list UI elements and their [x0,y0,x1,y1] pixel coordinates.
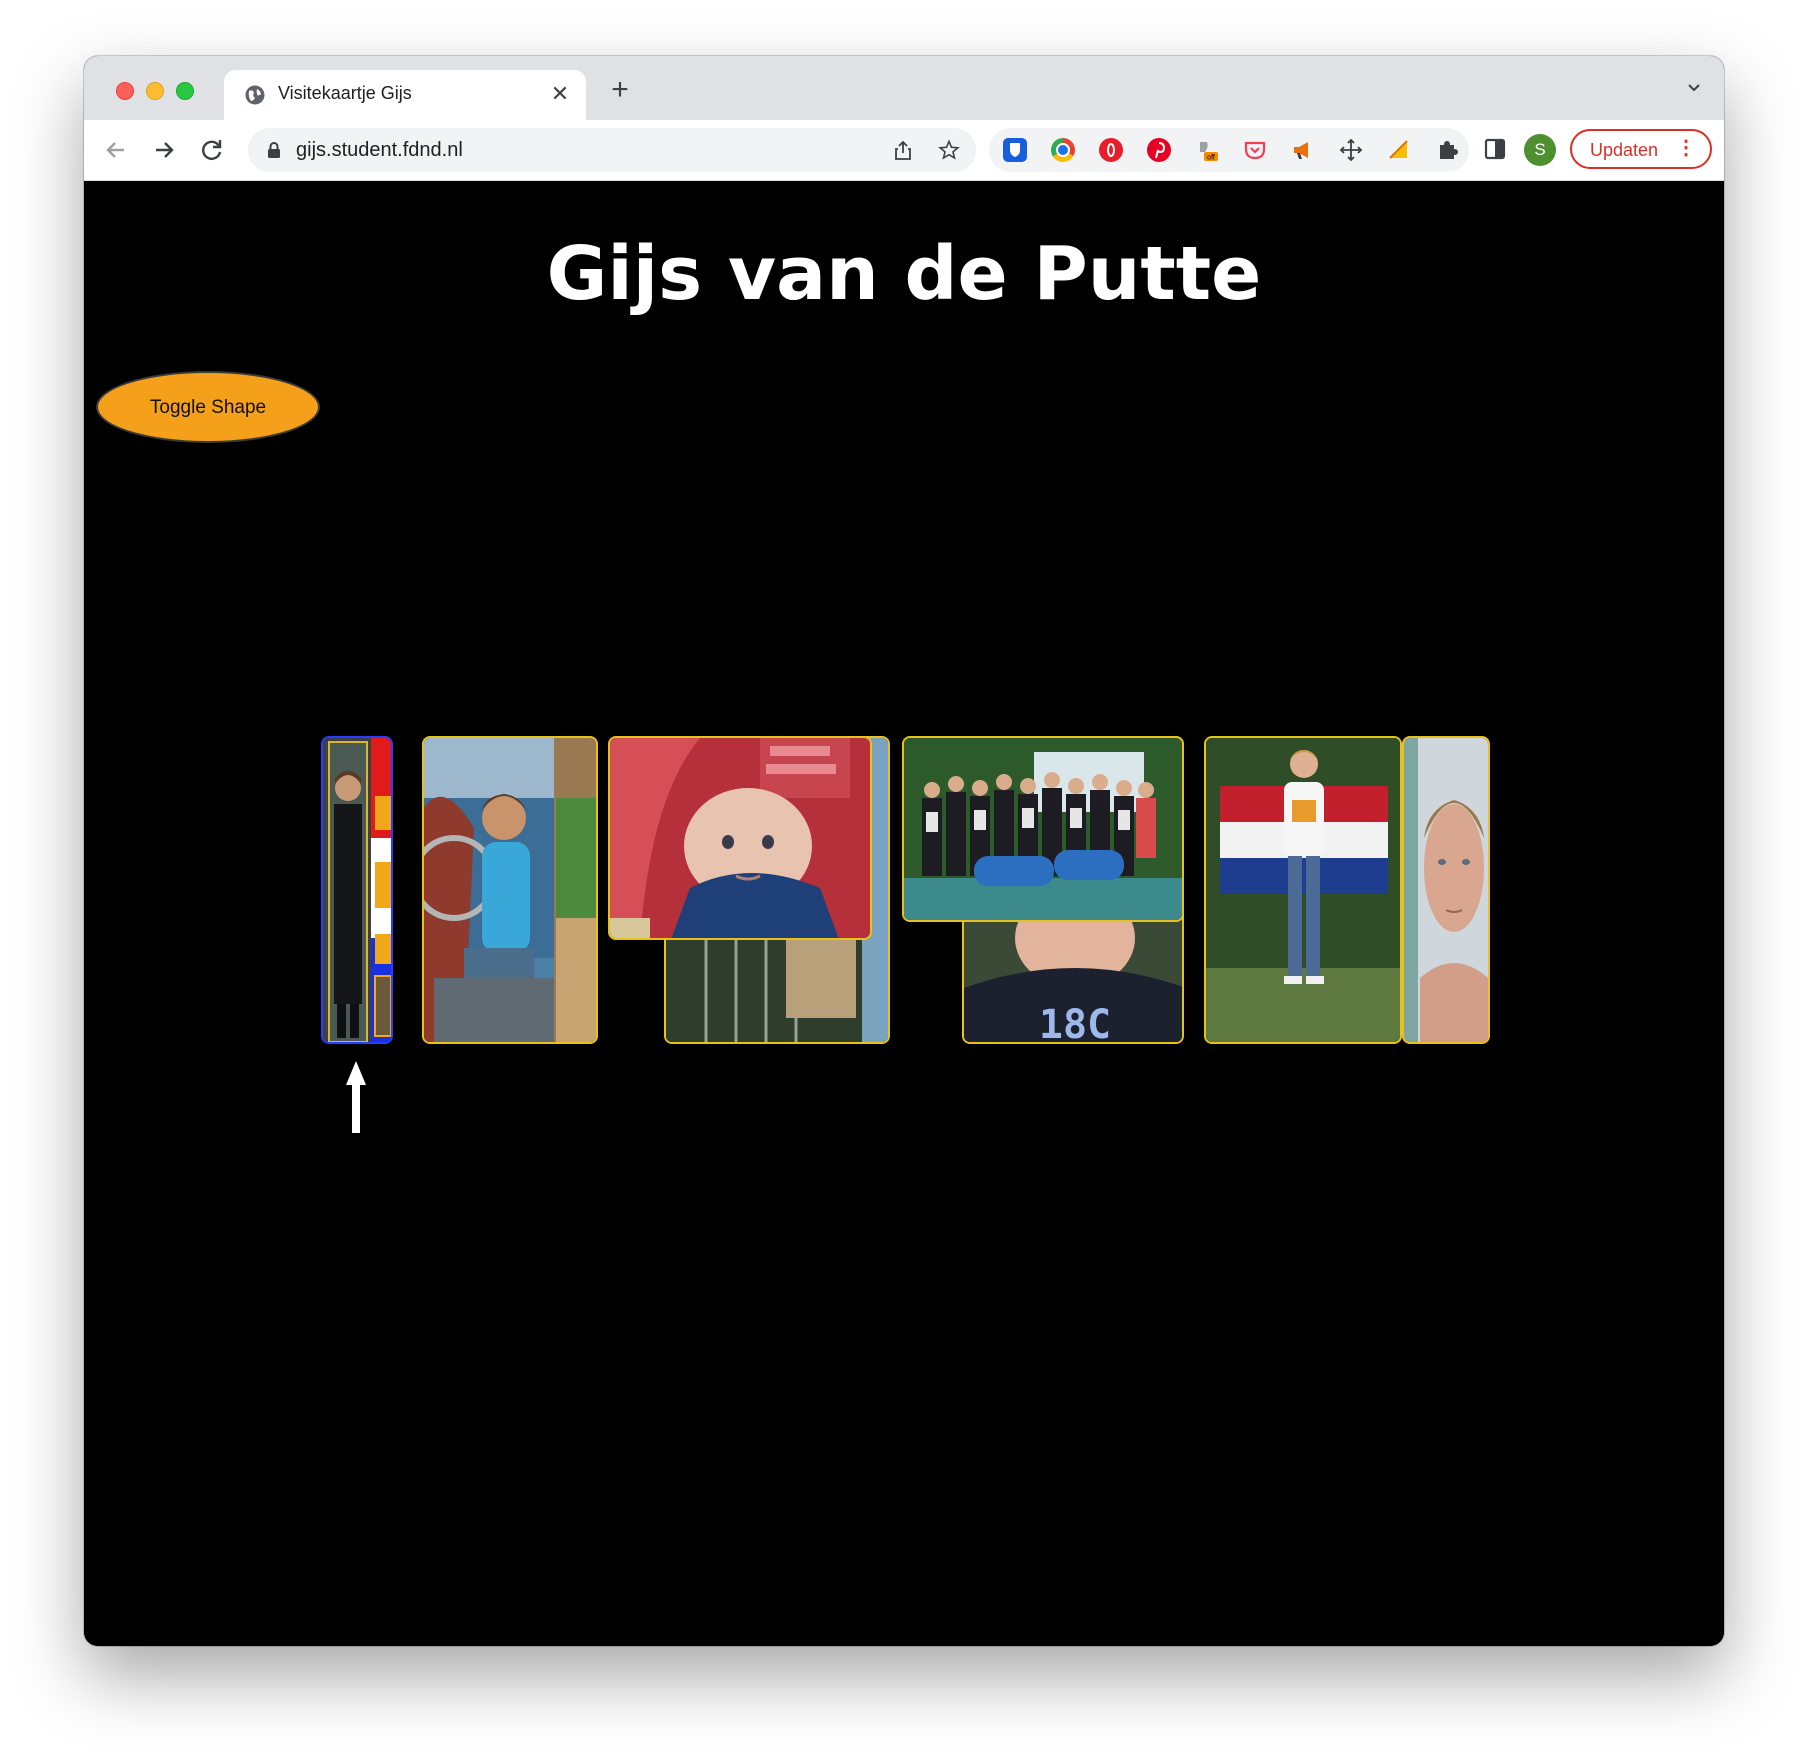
page-title: Gijs van de Putte [546,231,1262,317]
puzzle-icon[interactable] [1435,138,1459,162]
opera-icon[interactable] [1099,138,1123,162]
browser-window: Visitekaartje Gijs ✕ + gijs.student.fdnd… [84,56,1724,1646]
photo-image [323,738,391,1042]
profile-avatar[interactable]: S [1524,134,1556,166]
new-tab-button[interactable]: + [604,74,636,106]
photo-portrait-light[interactable] [1402,736,1490,1044]
share-icon[interactable] [892,139,914,161]
megaphone-icon[interactable] [1291,138,1315,162]
tab-bar: Visitekaartje Gijs ✕ + [84,56,1724,120]
close-window-button[interactable] [116,82,134,100]
browser-toolbar: gijs.student.fdnd.nl off S Updaten ⋮ [84,120,1724,181]
update-label: Updaten [1590,140,1659,160]
photo-portrait-dark[interactable] [321,736,393,1044]
move-icon[interactable] [1339,138,1363,162]
tab-title: Visitekaartje Gijs [278,83,412,103]
photo-image [610,738,870,938]
close-tab-icon[interactable]: ✕ [548,82,572,106]
chevron-down-icon[interactable] [1686,80,1702,96]
reload-icon[interactable] [196,134,228,166]
star-icon[interactable] [938,139,960,161]
globe-icon [245,85,265,105]
extensions-tray: off [989,128,1469,172]
photo-boat[interactable] [422,736,598,1044]
photo-image [904,738,1182,920]
url-text: gijs.student.fdnd.nl [296,139,463,161]
photo-image [424,738,596,1042]
side-panel-icon[interactable] [1482,136,1508,162]
adblock-icon[interactable]: off [1195,138,1219,162]
up-arrow-icon [346,1061,366,1133]
tab-active[interactable]: Visitekaartje Gijs ✕ [224,70,586,120]
pocket-icon[interactable] [1243,138,1267,162]
svg-text:off: off [1207,155,1215,162]
forward-arrow-icon[interactable] [148,134,180,166]
maximize-window-button[interactable] [176,82,194,100]
lock-icon[interactable] [266,141,282,159]
photo-flag[interactable] [1204,736,1402,1044]
minimize-window-button[interactable] [146,82,164,100]
back-arrow-icon[interactable] [100,134,132,166]
update-button[interactable]: Updaten ⋮ [1570,129,1712,169]
photo-baby[interactable] [608,736,872,940]
photo-image [1404,738,1488,1042]
svg-text:18C: 18C [1039,1002,1111,1044]
page-content: Gijs van de Putte Toggle Shape 18C [84,181,1724,1646]
color-picker-icon[interactable] [1051,138,1075,162]
pinterest-icon[interactable] [1147,138,1171,162]
bitwarden-icon[interactable] [1003,138,1027,162]
photo-team[interactable] [902,736,1184,922]
kebab-menu-icon[interactable]: ⋮ [1676,138,1696,158]
photo-image [1206,738,1400,1042]
address-bar[interactable]: gijs.student.fdnd.nl [248,128,976,172]
ruler-icon[interactable] [1387,138,1411,162]
toggle-shape-button[interactable]: Toggle Shape [96,371,320,443]
